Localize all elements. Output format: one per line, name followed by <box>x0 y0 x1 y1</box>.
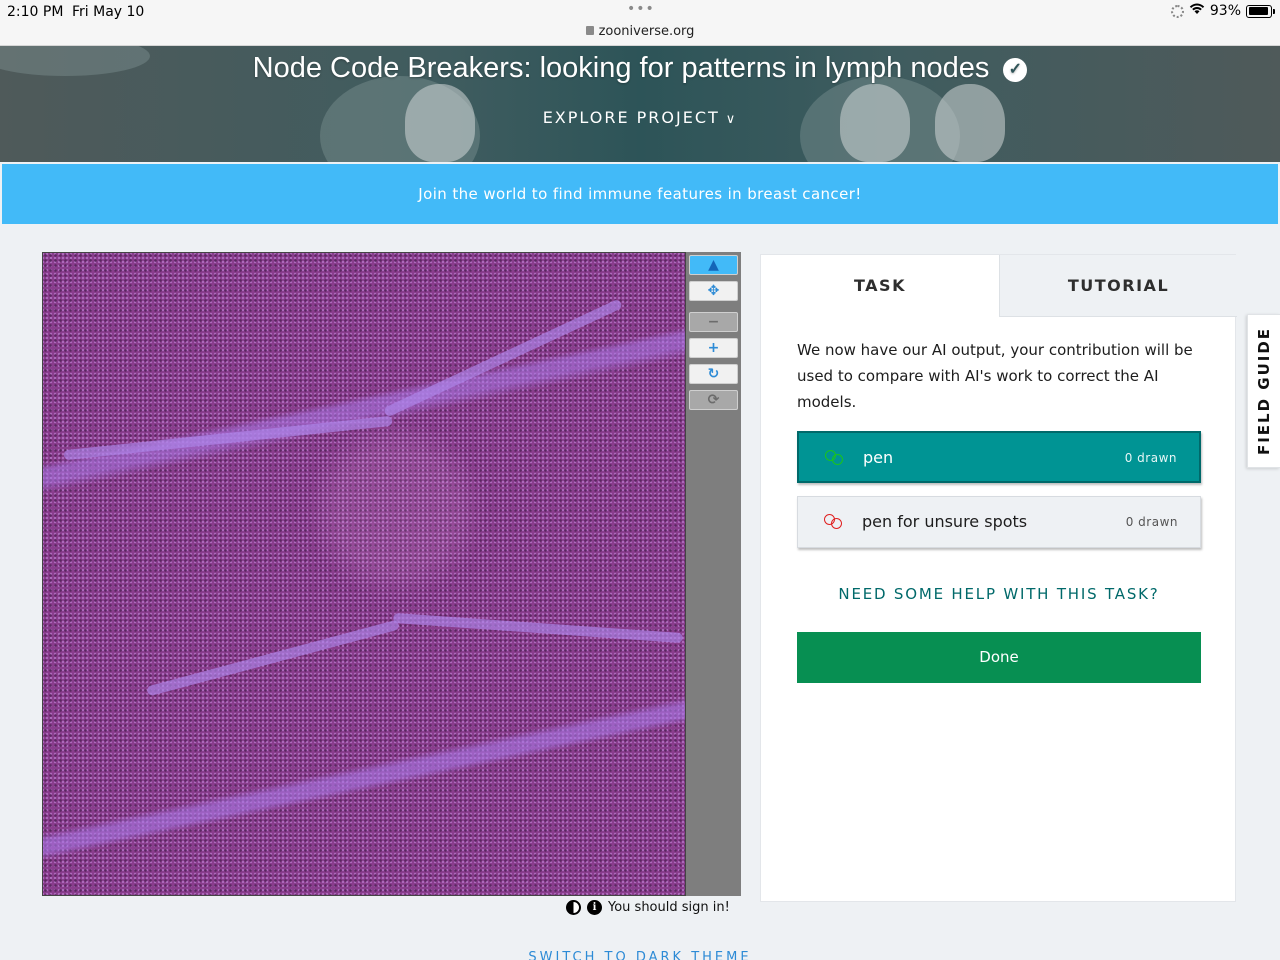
tool-count: 0 drawn <box>1124 451 1177 465</box>
tab-tutorial[interactable]: TUTORIAL <box>999 255 1237 317</box>
pointer-icon[interactable]: ▲ <box>689 255 738 275</box>
url-text: zooniverse.org <box>598 24 695 39</box>
status-date: Fri May 10 <box>72 4 145 20</box>
dark-theme-link[interactable]: SWITCH TO DARK THEME <box>0 950 1280 960</box>
task-tabs: TASK TUTORIAL <box>761 255 1237 317</box>
unsure-pen-tool-option[interactable]: pen for unsure spots 0 drawn <box>797 496 1201 548</box>
wifi-icon <box>1189 3 1205 19</box>
more-dots-icon[interactable]: ••• <box>627 1 655 17</box>
battery-icon <box>1246 4 1275 18</box>
subject-image[interactable] <box>42 252 686 896</box>
banner-text: Join the world to find immune features i… <box>418 185 862 203</box>
battery-percent: 93% <box>1209 3 1241 19</box>
sign-in-text: You should sign in! <box>608 900 730 915</box>
project-title[interactable]: Node Code Breakers: looking for patterns… <box>0 52 1280 85</box>
info-icon[interactable]: i <box>587 900 602 915</box>
announcement-banner: Join the world to find immune features i… <box>2 164 1278 224</box>
field-guide-label: FIELD GUIDE <box>1255 326 1273 456</box>
help-link[interactable]: NEED SOME HELP WITH THIS TASK? <box>761 585 1237 603</box>
explore-project-label: EXPLORE PROJECT <box>542 108 720 127</box>
project-header: Node Code Breakers: looking for patterns… <box>0 46 1280 162</box>
viewer-toolbar: ▲ ✥ − + ↻ ⟳ <box>686 252 741 896</box>
reset-icon[interactable]: ⟳ <box>689 390 738 410</box>
unsure-pen-swatch-icon <box>824 514 844 530</box>
tool-label: pen <box>863 448 894 467</box>
tool-label: pen for unsure spots <box>862 512 1028 531</box>
rotate-icon[interactable]: ↻ <box>689 364 738 384</box>
contrast-icon[interactable] <box>566 900 581 915</box>
chevron-down-icon: ∨ <box>725 112 738 127</box>
move-icon[interactable]: ✥ <box>689 281 738 301</box>
done-button[interactable]: Done <box>797 632 1201 683</box>
tab-task[interactable]: TASK <box>761 255 999 317</box>
tool-count: 0 drawn <box>1125 515 1178 529</box>
lock-icon <box>585 26 594 35</box>
address-bar[interactable]: zooniverse.org <box>0 24 1280 39</box>
task-panel: TASK TUTORIAL We now have our AI output,… <box>760 254 1237 902</box>
status-bar: 2:10 PM Fri May 10 ••• zooniverse.org 93… <box>0 0 1280 46</box>
status-time: 2:10 PM <box>7 4 64 20</box>
pen-tool-option[interactable]: pen 0 drawn <box>797 431 1201 483</box>
zoom-in-icon[interactable]: + <box>689 338 738 358</box>
sign-in-notice: i You should sign in! <box>566 900 730 915</box>
zoom-out-icon[interactable]: − <box>689 312 738 332</box>
loading-spinner-icon <box>1170 4 1184 18</box>
project-title-text: Node Code Breakers: looking for patterns… <box>252 52 990 84</box>
task-instruction: We now have our AI output, your contribu… <box>797 341 1193 411</box>
explore-project-dropdown[interactable]: EXPLORE PROJECT ∨ <box>0 108 1280 127</box>
status-right: 93% <box>1170 3 1275 19</box>
pen-swatch-icon <box>825 450 845 466</box>
field-guide-tab[interactable]: FIELD GUIDE <box>1247 314 1280 468</box>
verified-badge-icon: ✓ <box>1003 58 1028 82</box>
